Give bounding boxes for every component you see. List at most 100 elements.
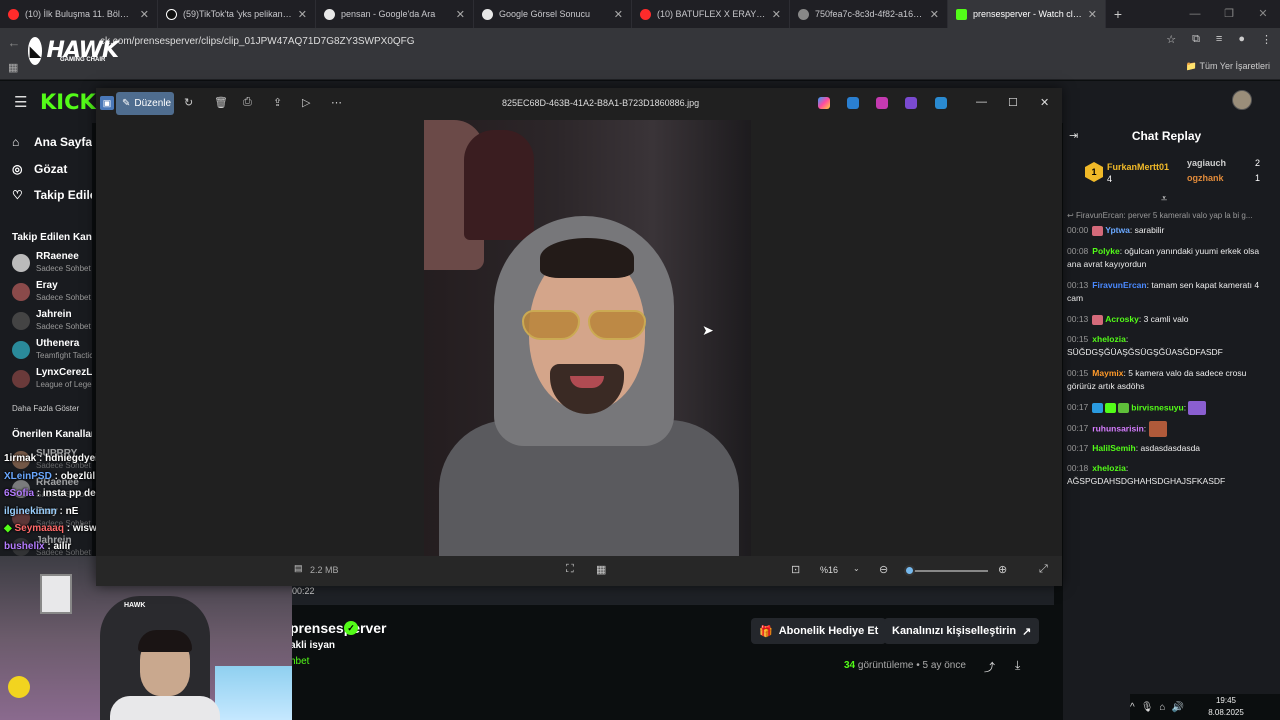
msg-user[interactable]: Yptwa — [1105, 225, 1130, 235]
gift-sub-button[interactable]: 🎁 Abonelik Hediye Et — [751, 618, 887, 644]
browser-tab[interactable]: pensan - Google'da Ara ✕ — [316, 0, 474, 28]
stream-category-link[interactable]: hbet — [290, 656, 309, 667]
msg-user[interactable]: xhelozia — [1092, 463, 1126, 473]
minimize-icon[interactable]: — — [976, 96, 987, 108]
msg-user[interactable]: FiravunErcan — [1092, 280, 1146, 290]
close-icon[interactable]: ✕ — [1040, 96, 1049, 109]
overlay-user: ilginekinnn — [4, 506, 57, 517]
window-controls: — ❐ ✕ — [1178, 0, 1280, 28]
zoom-out-icon[interactable]: ⊖ — [879, 563, 888, 576]
share-icon[interactable]: ⇪ — [273, 96, 282, 109]
followed-channel[interactable]: LynxCerezLol League of Legends — [12, 367, 92, 393]
msg-user[interactable]: Acrosky — [1105, 314, 1139, 324]
microphone-icon[interactable]: 🎙 — [1141, 702, 1154, 713]
nav-following[interactable]: ♡ Takip Edilen — [12, 188, 92, 202]
network-icon[interactable]: ⌂ — [1159, 702, 1165, 713]
url-field[interactable]: ck.com/prensesperver/clips/clip_01JPW47A… — [100, 33, 1160, 51]
all-bookmarks-folder[interactable]: 📁 Tüm Yer İşaretleri — [1186, 61, 1270, 72]
zoom-slider-track[interactable] — [908, 570, 988, 572]
share-icon[interactable]: ⤴ — [984, 659, 995, 675]
suggested-header: Önerilen Kanallar — [12, 429, 92, 440]
bookmarks-bar: ▦ 📁 Tüm Yer İşaretleri — [0, 56, 1280, 80]
close-tab-icon[interactable]: ✕ — [1088, 8, 1097, 21]
more-options-icon[interactable]: ⋯ — [331, 96, 342, 109]
zoom-in-icon[interactable]: ⊕ — [998, 563, 1007, 576]
user-avatar[interactable] — [1232, 90, 1252, 110]
msg-user[interactable]: HalilSemih — [1092, 443, 1135, 453]
close-tab-icon[interactable]: ✕ — [140, 8, 149, 21]
clipchamp-icon[interactable] — [876, 97, 888, 109]
followed-channel[interactable]: Eray Sadece Sohbet — [12, 280, 92, 306]
close-tab-icon[interactable]: ✕ — [930, 8, 939, 21]
streamer-name[interactable]: prensesperver — [290, 620, 387, 636]
msg-user[interactable]: ruhunsarisin — [1092, 423, 1143, 433]
close-tab-icon[interactable]: ✕ — [772, 8, 781, 21]
fullscreen-icon[interactable]: ⤢ — [1039, 563, 1048, 576]
expand-chat-icon[interactable]: ⩡ — [1161, 193, 1167, 206]
avatar — [12, 254, 30, 272]
nav-home[interactable]: ⌂ Ana Sayfa — [12, 135, 92, 149]
browser-tab[interactable]: (10) İlk Buluşma 11. Bölüm - Yo✕ — [0, 0, 158, 28]
menu-dots-icon[interactable]: ⋮ — [1261, 33, 1272, 46]
chevron-up-icon[interactable]: ^ — [1130, 702, 1135, 713]
chevron-down-icon[interactable]: ⌄ — [853, 564, 860, 573]
back-arrow-icon[interactable]: ← — [0, 35, 28, 50]
actual-size-icon[interactable]: ⊡ — [791, 563, 800, 576]
gifter-name[interactable]: FurkanMertt01 — [1107, 162, 1169, 172]
browser-tab[interactable]: (59)TikTok'ta 'yks pelikan faber✕ — [158, 0, 316, 28]
player-timestamp: 00:22 — [292, 586, 315, 596]
photos-icon[interactable] — [905, 97, 917, 109]
msg-user[interactable]: birvisnesuyu — [1131, 402, 1183, 412]
close-tab-icon[interactable]: ✕ — [614, 8, 623, 21]
profile-avatar[interactable]: ● — [1238, 33, 1245, 46]
nav-browse[interactable]: ◎ Gözat — [12, 162, 67, 176]
extensions-icon[interactable]: ⧉ — [1192, 33, 1200, 46]
player-control-bar[interactable] — [290, 586, 1054, 605]
customize-channel-button[interactable]: Kanalınızı kişiselleştirin ↗ — [884, 618, 1040, 644]
followed-channel[interactable]: RRaenee Sadece Sohbet — [12, 251, 92, 277]
edit-button[interactable]: ✎ Düzenle — [116, 92, 174, 115]
print-icon[interactable]: ⎙ — [243, 96, 252, 109]
filmstrip-icon[interactable]: ▦ — [596, 563, 606, 576]
followed-channel[interactable]: Jahrein Sadece Sohbet — [12, 309, 92, 335]
kick-logo[interactable]: KICK — [40, 90, 96, 114]
download-icon[interactable]: ⤓ — [1015, 658, 1020, 673]
browser-tab[interactable]: Google Görsel Sonucu ✕ — [474, 0, 632, 28]
rotate-icon[interactable]: ↻ — [184, 96, 193, 109]
gifter-name[interactable]: yagiauch — [1187, 158, 1226, 168]
browser-tab[interactable]: (10) BATUFLEX X ERAY067 & M✕ — [632, 0, 790, 28]
fit-screen-icon[interactable]: ⛶ — [566, 563, 574, 576]
delete-icon[interactable]: 🗑 — [214, 96, 228, 109]
bookmark-star-icon[interactable]: ☆ — [1166, 33, 1176, 46]
show-more-link[interactable]: Daha Fazla Göster — [12, 404, 79, 413]
clock-time: 19:45 — [1215, 696, 1237, 705]
restore-icon[interactable]: ❐ — [1212, 0, 1246, 28]
gifter-name[interactable]: ogzhank — [1187, 173, 1224, 183]
copilot-icon[interactable] — [818, 97, 830, 109]
zoom-level[interactable]: %16 — [820, 565, 838, 575]
close-tab-icon[interactable]: ✕ — [456, 8, 465, 21]
browser-tab-active[interactable]: prensesperver - Watch clips on✕ — [948, 0, 1106, 28]
address-bar-actions: ☆ ⧉ ≡ ● ⋮ — [1166, 33, 1272, 46]
close-tab-icon[interactable]: ✕ — [298, 8, 307, 21]
taskbar-clock[interactable]: 19:45 8.08.2025 — [1202, 695, 1250, 719]
followed-channel[interactable]: Uthenera Teamfight Tactics — [12, 338, 92, 364]
slideshow-icon[interactable]: ▷ — [302, 96, 310, 109]
onedrive-icon[interactable] — [935, 97, 947, 109]
apps-grid-icon[interactable]: ▦ — [8, 61, 18, 74]
media-icon[interactable]: ≡ — [1216, 33, 1222, 46]
hamburger-menu-icon[interactable]: ☰ — [14, 93, 27, 111]
minimize-icon[interactable]: — — [1178, 0, 1212, 28]
streamer-hair — [138, 630, 192, 652]
maximize-icon[interactable]: ☐ — [1008, 96, 1018, 109]
designer-icon[interactable] — [847, 97, 859, 109]
new-tab-button[interactable]: + — [1106, 6, 1130, 22]
msg-user[interactable]: Maymix — [1092, 368, 1123, 378]
zoom-slider-thumb[interactable] — [904, 565, 916, 576]
msg-user[interactable]: xhelozia — [1092, 334, 1126, 344]
bookmarks-folder-label: Tüm Yer İşaretleri — [1199, 61, 1270, 71]
msg-user[interactable]: Polyke — [1092, 246, 1119, 256]
browser-tab[interactable]: 750fea7c-8c3d-4f82-a165-772c✕ — [790, 0, 948, 28]
volume-icon[interactable]: 🔊 — [1171, 702, 1183, 713]
close-window-icon[interactable]: ✕ — [1246, 0, 1280, 28]
